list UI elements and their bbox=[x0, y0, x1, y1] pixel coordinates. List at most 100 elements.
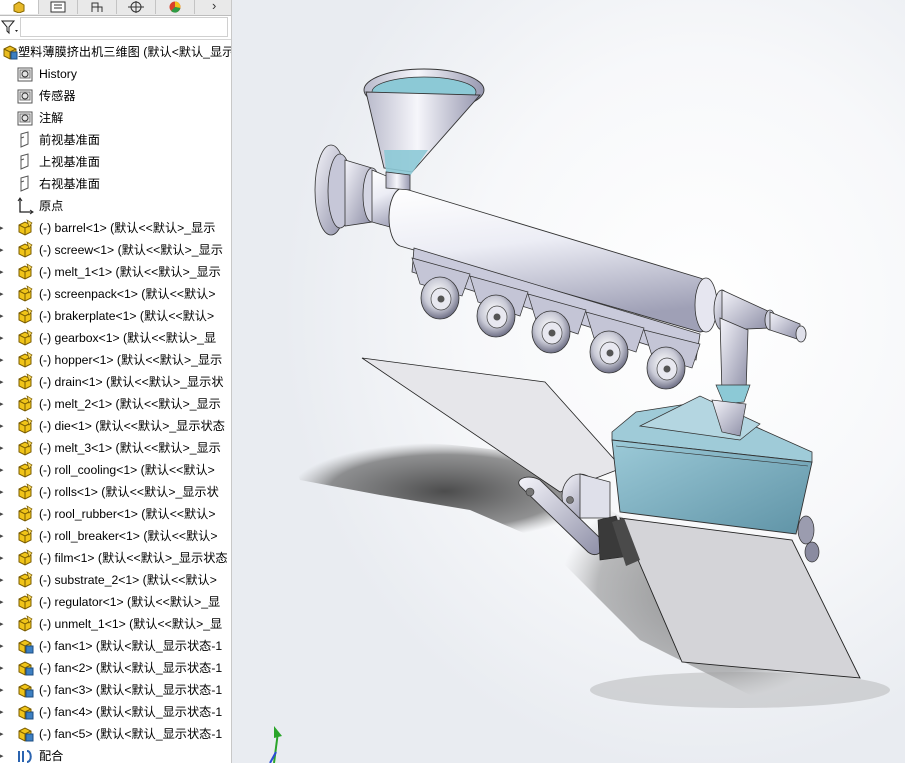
tree-item[interactable]: ▸ (-) film<1> (默认<<默认>_显示状态 bbox=[0, 547, 231, 569]
expand-arrow-icon[interactable]: ▸ bbox=[0, 217, 6, 239]
tree-item[interactable]: 右视基准面 bbox=[0, 173, 231, 195]
expand-arrow-icon[interactable]: ▸ bbox=[0, 283, 6, 305]
expand-arrow-icon[interactable]: ▸ bbox=[0, 745, 6, 763]
history-folder-icon bbox=[17, 67, 33, 82]
tree-item[interactable]: ▸ (-) brakerplate<1> (默认<<默认> bbox=[0, 305, 231, 327]
extruder-3d-model[interactable] bbox=[232, 0, 905, 763]
filter-input[interactable] bbox=[20, 17, 228, 37]
tree-item[interactable]: 上视基准面 bbox=[0, 151, 231, 173]
expand-arrow-icon[interactable]: ▸ bbox=[0, 701, 6, 723]
expand-arrow-icon[interactable]: ▸ bbox=[0, 327, 6, 349]
expand-arrow-icon[interactable]: ▸ bbox=[0, 723, 6, 745]
tree-item[interactable]: ▸ (-) substrate_2<1> (默认<<默认> bbox=[0, 569, 231, 591]
part-icon bbox=[18, 307, 33, 324]
expand-arrow-icon[interactable]: ▸ bbox=[0, 261, 6, 283]
configuration-manager-icon bbox=[91, 2, 103, 12]
tree-item[interactable]: ▸ (-) melt_1<1> (默认<<默认>_显示 bbox=[0, 261, 231, 283]
expand-arrow-icon[interactable]: ▸ bbox=[0, 635, 6, 657]
expand-arrow-icon[interactable]: ▸ bbox=[0, 613, 6, 635]
tree-item[interactable]: ▸ (-) barrel<1> (默认<<默认>_显示 bbox=[0, 217, 231, 239]
part-icon bbox=[18, 461, 33, 478]
tree-item[interactable]: History bbox=[0, 63, 231, 85]
mates-icon bbox=[18, 750, 32, 763]
expand-arrow-icon[interactable]: ▸ bbox=[0, 657, 6, 679]
expand-arrow-icon[interactable]: ▸ bbox=[0, 569, 6, 591]
expand-arrow-icon[interactable]: ▸ bbox=[0, 239, 6, 261]
assembly-icon bbox=[18, 661, 34, 676]
tree-item[interactable]: ▸ (-) regulator<1> (默认<<默认>_显 bbox=[0, 591, 231, 613]
tree-item[interactable]: ▸ (-) screew<1> (默认<<默认>_显示 bbox=[0, 239, 231, 261]
tree-item[interactable]: ▸ (-) rolls<1> (默认<<默认>_显示状 bbox=[0, 481, 231, 503]
expand-arrow-icon[interactable]: ▸ bbox=[0, 481, 6, 503]
tree-item-label: 传感器 bbox=[39, 89, 76, 103]
tree-item-label: (-) gearbox<1> (默认<<默认>_显 bbox=[39, 331, 217, 345]
feature-manager-icon bbox=[13, 1, 25, 13]
tree-item[interactable]: ▸ (-) roll_breaker<1> (默认<<默认> bbox=[0, 525, 231, 547]
tree-item-label: (-) melt_2<1> (默认<<默认>_显示 bbox=[39, 397, 221, 411]
tab-scroll-right-icon[interactable]: › bbox=[212, 0, 216, 13]
tree-item[interactable]: ▸ (-) fan<1> (默认<默认_显示状态-1 bbox=[0, 635, 231, 657]
expand-arrow-icon[interactable]: ▸ bbox=[0, 305, 6, 327]
expand-arrow-icon[interactable]: ▸ bbox=[0, 393, 6, 415]
tree-item-label: (-) melt_3<1> (默认<<默认>_显示 bbox=[39, 441, 221, 455]
expand-arrow-icon[interactable]: ▸ bbox=[0, 679, 6, 701]
tree-item-label: (-) roll_cooling<1> (默认<<默认> bbox=[39, 463, 215, 477]
tree-item[interactable]: ▸ (-) hopper<1> (默认<<默认>_显示 bbox=[0, 349, 231, 371]
tab-feature-manager[interactable] bbox=[0, 0, 39, 14]
expand-arrow-icon[interactable]: ▸ bbox=[0, 547, 6, 569]
part-icon bbox=[18, 373, 33, 390]
expand-arrow-icon[interactable]: ▸ bbox=[0, 437, 6, 459]
property-manager-icon bbox=[50, 1, 66, 13]
tree-item[interactable]: ▸ (-) roll_cooling<1> (默认<<默认> bbox=[0, 459, 231, 481]
part-icon bbox=[18, 263, 33, 280]
tree-item[interactable]: 前视基准面 bbox=[0, 129, 231, 151]
drain-pipe[interactable] bbox=[715, 317, 751, 405]
expand-arrow-icon[interactable]: ▸ bbox=[0, 503, 6, 525]
graphics-area[interactable] bbox=[232, 0, 905, 763]
tree-item[interactable]: 传感器 bbox=[0, 85, 231, 107]
tree-item-label: 配合 bbox=[39, 749, 64, 763]
tree-item[interactable]: ▸ 配合 bbox=[0, 745, 231, 763]
expand-arrow-icon[interactable]: ▸ bbox=[0, 591, 6, 613]
expand-arrow-icon[interactable]: ▸ bbox=[0, 415, 6, 437]
assembly-icon bbox=[3, 45, 18, 60]
tree-item[interactable]: ▸ (-) fan<5> (默认<默认_显示状态-1 bbox=[0, 723, 231, 745]
expand-arrow-icon[interactable]: ▸ bbox=[0, 525, 6, 547]
tab-property-manager[interactable] bbox=[39, 0, 78, 14]
assembly-icon bbox=[18, 705, 34, 720]
tree-item[interactable]: ▸ (-) unmelt_1<1> (默认<<默认>_显 bbox=[0, 613, 231, 635]
tree-item[interactable]: ▸ (-) melt_2<1> (默认<<默认>_显示 bbox=[0, 393, 231, 415]
expand-arrow-icon[interactable]: ▸ bbox=[0, 371, 6, 393]
part-icon bbox=[18, 571, 33, 588]
assembly-icon bbox=[18, 639, 34, 654]
tab-configuration-manager[interactable] bbox=[78, 0, 117, 14]
plane-icon bbox=[20, 131, 29, 148]
substrate-plate[interactable] bbox=[619, 517, 861, 679]
part-icon bbox=[18, 527, 33, 544]
filter-icon[interactable] bbox=[1, 19, 19, 35]
tree-item[interactable]: ▸ (-) fan<2> (默认<默认_显示状态-1 bbox=[0, 657, 231, 679]
tree-item[interactable]: ▸ (-) fan<3> (默认<默认_显示状态-1 bbox=[0, 679, 231, 701]
tree-item[interactable]: ▸ (-) screenpack<1> (默认<<默认> bbox=[0, 283, 231, 305]
tree-item-label: (-) fan<4> (默认<默认_显示状态-1 bbox=[39, 705, 223, 719]
assembly-icon bbox=[18, 683, 34, 698]
hopper[interactable] bbox=[363, 68, 485, 191]
tree-item-label: 原点 bbox=[39, 199, 64, 213]
tree-item-label: (-) roll_breaker<1> (默认<<默认> bbox=[39, 529, 218, 543]
part-icon bbox=[18, 241, 33, 258]
tab-dimxpert-manager[interactable] bbox=[117, 0, 156, 14]
tree-item[interactable]: ▸ (-) melt_3<1> (默认<<默认>_显示 bbox=[0, 437, 231, 459]
expand-arrow-icon[interactable]: ▸ bbox=[0, 349, 6, 371]
die[interactable] bbox=[611, 395, 813, 535]
tree-item[interactable]: 原点 bbox=[0, 195, 231, 217]
expand-arrow-icon[interactable]: ▸ bbox=[0, 459, 6, 481]
tree-item[interactable]: ▸ (-) rool_rubber<1> (默认<<默认> bbox=[0, 503, 231, 525]
tree-item[interactable]: 注解 bbox=[0, 107, 231, 129]
tree-item[interactable]: ▸ (-) fan<4> (默认<默认_显示状态-1 bbox=[0, 701, 231, 723]
tree-root-assembly[interactable]: 塑料薄膜挤出机三维图 (默认<默认_显示 bbox=[0, 41, 231, 63]
tree-item[interactable]: ▸ (-) die<1> (默认<<默认>_显示状态 bbox=[0, 415, 231, 437]
tab-display-manager[interactable] bbox=[156, 0, 195, 14]
tree-item[interactable]: ▸ (-) drain<1> (默认<<默认>_显示状 bbox=[0, 371, 231, 393]
feature-manager-panel: › 塑料薄膜挤出机三维图 (默认<默认_显示 History 传感器注解 前视基准面… bbox=[0, 0, 232, 763]
tree-item[interactable]: ▸ (-) gearbox<1> (默认<<默认>_显 bbox=[0, 327, 231, 349]
